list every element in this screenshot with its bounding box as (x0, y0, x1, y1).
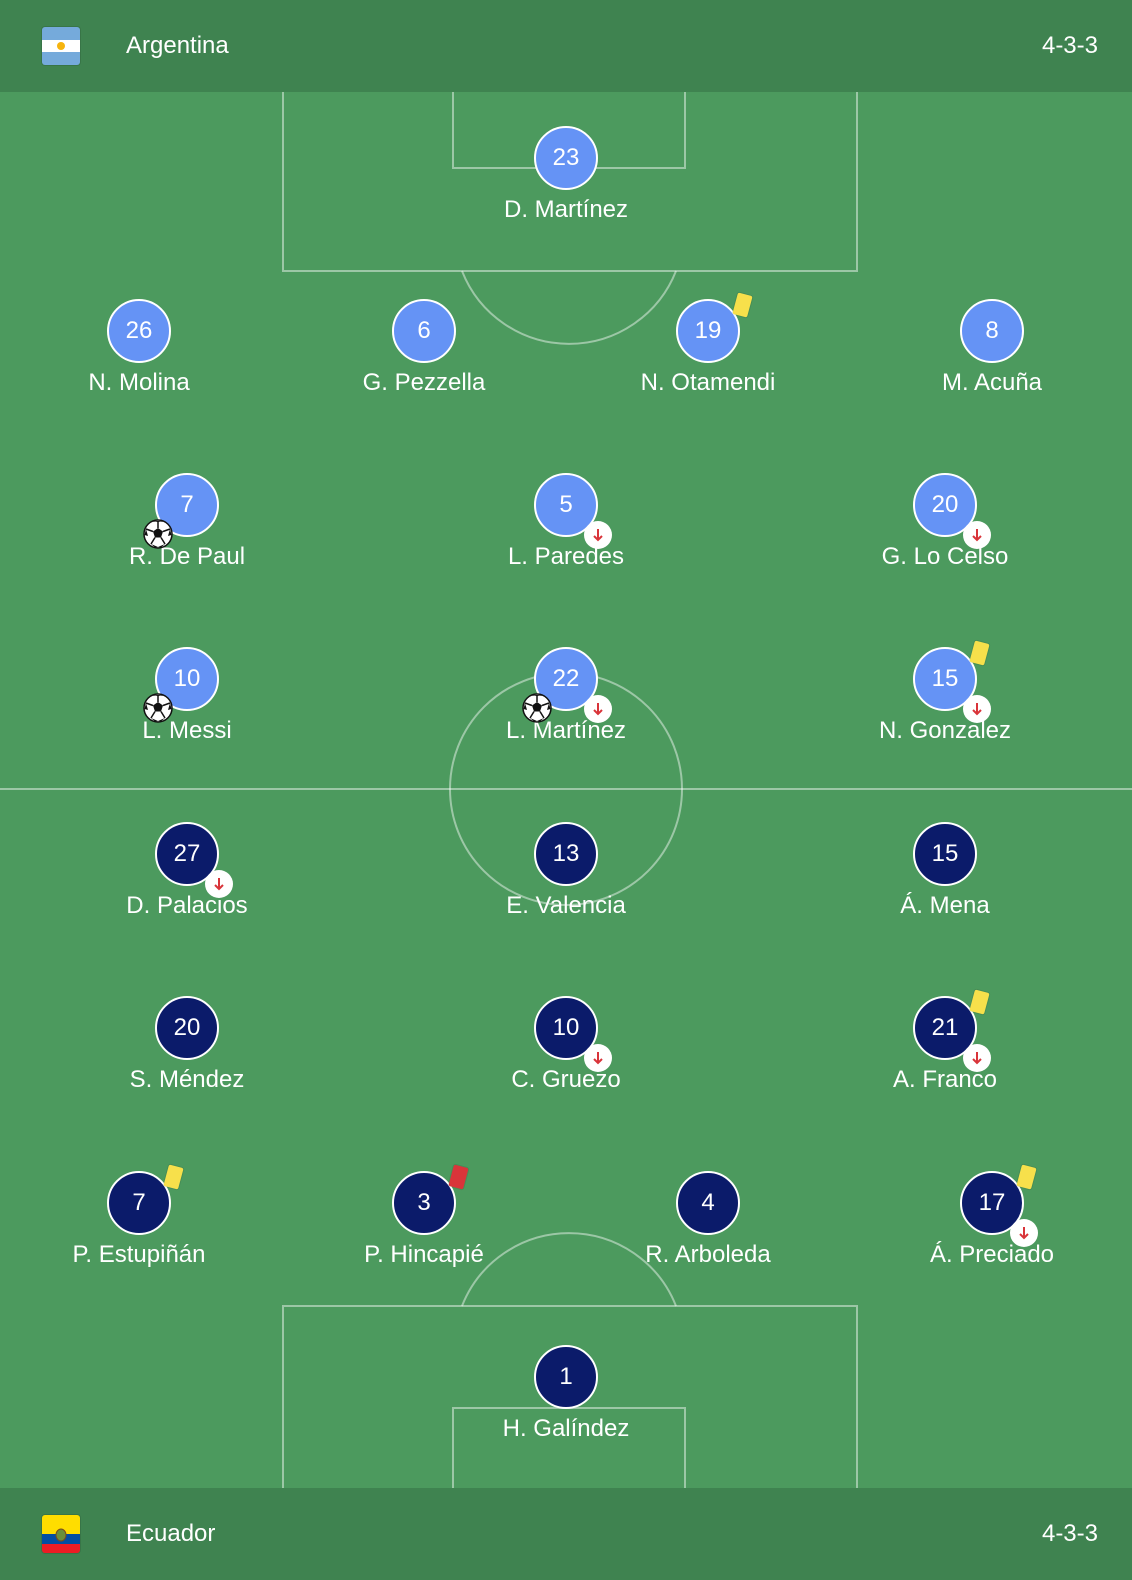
player-away-7[interactable]: 7 P. Estupiñán (19, 1164, 259, 1269)
player-name: P. Estupiñán (72, 1241, 206, 1268)
player-number: 13 (534, 822, 598, 886)
home-formation: 4-3-3 (1041, 32, 1098, 59)
player-badge[interactable]: 20 (913, 473, 991, 549)
player-badge[interactable]: 27 (155, 822, 233, 898)
player-away-15[interactable]: 15 Á. Mena (825, 822, 1065, 920)
player-away-10[interactable]: 10 C. Gruezo (446, 996, 686, 1094)
player-number: 1 (534, 1345, 598, 1409)
player-badge[interactable]: 26 (107, 299, 171, 363)
goal-ball-icon (143, 519, 173, 549)
player-name: Á. Preciado (929, 1241, 1055, 1268)
player-away-3[interactable]: 3 P. Hincapié (304, 1164, 544, 1269)
player-home-8[interactable]: 8 M. Acuña (872, 299, 1112, 397)
player-name: E. Valencia (506, 892, 626, 919)
player-number: 23 (534, 126, 598, 190)
away-formation: 4-3-3 (1041, 1520, 1098, 1547)
substitution-arrow-icon (584, 1044, 612, 1072)
player-badge[interactable]: 10 (534, 996, 612, 1072)
player-name: M. Acuña (941, 369, 1043, 396)
player-badge[interactable]: 10 (143, 647, 219, 723)
player-name: G. Lo Celso (881, 543, 1009, 570)
player-home-7[interactable]: 7 R. De Paul (67, 473, 307, 571)
player-number: 20 (155, 996, 219, 1060)
player-badge[interactable]: 7 (107, 1164, 184, 1235)
goal-ball-icon (143, 693, 173, 723)
player-name: P. Hincapié (364, 1241, 484, 1268)
player-badge[interactable]: 22 (522, 647, 612, 723)
player-home-23[interactable]: 23 D. Martínez (446, 126, 686, 224)
player-away-4[interactable]: 4 R. Arboleda (588, 1171, 828, 1269)
goal-ball-icon (522, 693, 552, 723)
player-name: N. Otamendi (640, 369, 776, 396)
player-number: 26 (107, 299, 171, 363)
player-away-21[interactable]: 21 A. Franco (825, 989, 1065, 1094)
player-badge[interactable]: 13 (534, 822, 598, 886)
player-name: L. Martínez (505, 717, 627, 744)
player-home-26[interactable]: 26 N. Molina (19, 299, 259, 397)
player-number: 19 (676, 299, 740, 363)
player-badge[interactable]: 4 (676, 1171, 740, 1235)
player-home-5[interactable]: 5 L. Paredes (446, 473, 686, 571)
player-name: N. Molina (88, 369, 190, 396)
player-away-27[interactable]: 27 D. Palacios (67, 822, 307, 920)
pitch: 23 D. Martínez 26 N. Molina 6 G. Pezzella 19 N.… (0, 92, 1132, 1488)
player-badge[interactable]: 8 (960, 299, 1024, 363)
player-home-10[interactable]: 10 L. Messi (67, 647, 307, 745)
player-name: D. Martínez (503, 196, 629, 223)
player-name: H. Galíndez (502, 1415, 630, 1442)
player-badge[interactable]: 19 (676, 292, 753, 363)
player-number: 7 (107, 1171, 171, 1235)
player-badge[interactable]: 15 (913, 640, 991, 723)
player-number: 15 (913, 822, 977, 886)
ecuador-flag-icon (42, 1515, 80, 1553)
player-home-22[interactable]: 22 L. Martínez (446, 647, 686, 745)
player-badge[interactable]: 17 (960, 1164, 1038, 1247)
player-away-20[interactable]: 20 S. Méndez (67, 996, 307, 1094)
player-badge[interactable]: 6 (392, 299, 456, 363)
player-number: 6 (392, 299, 456, 363)
player-name: C. Gruezo (511, 1066, 621, 1093)
player-name: D. Palacios (126, 892, 248, 919)
player-away-13[interactable]: 13 E. Valencia (446, 822, 686, 920)
player-name: A. Franco (892, 1066, 998, 1093)
home-team-bar: Argentina 4-3-3 (0, 0, 1132, 92)
player-number: 3 (392, 1171, 456, 1235)
substitution-arrow-icon (1010, 1219, 1038, 1247)
player-name: S. Méndez (129, 1066, 245, 1093)
argentina-flag-icon (42, 27, 80, 65)
player-number: 8 (960, 299, 1024, 363)
player-name: R. De Paul (128, 543, 246, 570)
substitution-arrow-icon (963, 1044, 991, 1072)
player-number: 4 (676, 1171, 740, 1235)
player-away-1[interactable]: 1 H. Galíndez (446, 1345, 686, 1443)
player-home-15[interactable]: 15 N. Gonzalez (825, 640, 1065, 745)
player-name: L. Messi (142, 717, 232, 744)
substitution-arrow-icon (205, 870, 233, 898)
player-badge[interactable]: 23 (534, 126, 598, 190)
player-name: N. Gonzalez (878, 717, 1012, 744)
player-home-6[interactable]: 6 G. Pezzella (304, 299, 544, 397)
player-badge[interactable]: 7 (143, 473, 219, 549)
player-badge[interactable]: 21 (913, 989, 991, 1072)
away-team-name[interactable]: Ecuador (126, 1520, 215, 1548)
player-name: G. Pezzella (362, 369, 486, 396)
home-team-name[interactable]: Argentina (126, 32, 229, 60)
away-team-bar: Ecuador 4-3-3 (0, 1488, 1132, 1580)
substitution-arrow-icon (584, 521, 612, 549)
player-badge[interactable]: 20 (155, 996, 219, 1060)
player-name: L. Paredes (507, 543, 625, 570)
player-name: R. Arboleda (645, 1241, 771, 1268)
substitution-arrow-icon (963, 695, 991, 723)
player-badge[interactable]: 1 (534, 1345, 598, 1409)
player-home-20[interactable]: 20 G. Lo Celso (825, 473, 1065, 571)
player-badge[interactable]: 15 (913, 822, 977, 886)
player-badge[interactable]: 3 (392, 1164, 469, 1235)
substitution-arrow-icon (584, 695, 612, 723)
player-badge[interactable]: 5 (534, 473, 612, 549)
player-name: Á. Mena (900, 892, 990, 919)
player-home-19[interactable]: 19 N. Otamendi (588, 292, 828, 397)
substitution-arrow-icon (963, 521, 991, 549)
player-away-17[interactable]: 17 Á. Preciado (872, 1164, 1112, 1269)
